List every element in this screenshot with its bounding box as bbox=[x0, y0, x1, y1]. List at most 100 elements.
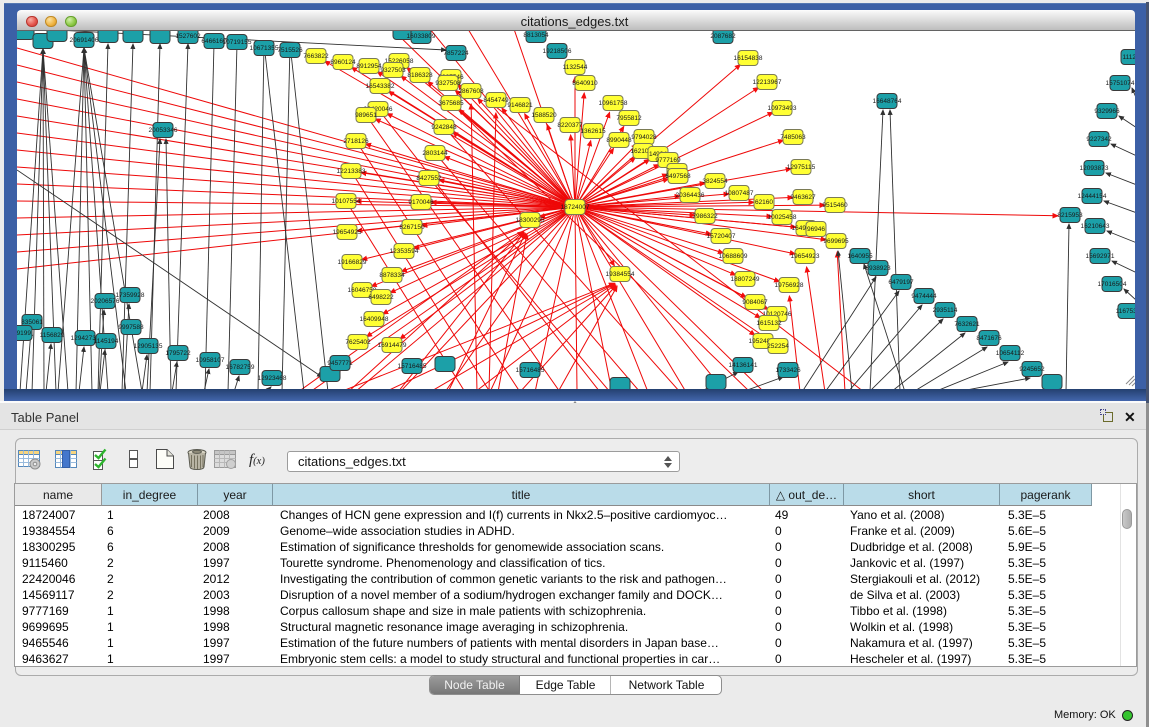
svg-text:9146821: 9146821 bbox=[507, 102, 533, 109]
svg-text:1362615: 1362615 bbox=[580, 128, 606, 135]
svg-text:2935114: 2935114 bbox=[933, 307, 958, 314]
svg-text:14136141: 14136141 bbox=[729, 362, 758, 369]
svg-text:20364436: 20364436 bbox=[676, 192, 705, 199]
svg-text:1527602: 1527602 bbox=[175, 33, 201, 40]
svg-text:8990448: 8990448 bbox=[606, 137, 632, 144]
svg-text:7485063: 7485063 bbox=[780, 134, 806, 141]
svg-text:16914479: 16914479 bbox=[378, 342, 407, 349]
svg-text:9245652: 9245652 bbox=[1019, 366, 1045, 373]
svg-text:7663822: 7663822 bbox=[303, 53, 329, 60]
svg-text:10719155: 10719155 bbox=[223, 39, 252, 46]
svg-text:9227342: 9227342 bbox=[1086, 136, 1112, 143]
svg-text:9515460: 9515460 bbox=[822, 202, 848, 209]
svg-text:15716485: 15716485 bbox=[398, 363, 427, 370]
svg-text:18300295: 18300295 bbox=[516, 217, 545, 224]
svg-text:18724007: 18724007 bbox=[561, 204, 590, 211]
svg-text:15751074: 15751074 bbox=[1106, 80, 1135, 87]
svg-text:8427552: 8427552 bbox=[416, 175, 442, 182]
svg-text:18807249: 18807249 bbox=[731, 276, 760, 283]
svg-text:16409948: 16409948 bbox=[360, 316, 389, 323]
svg-text:8960124: 8960124 bbox=[330, 59, 356, 66]
svg-text:9170046: 9170046 bbox=[408, 199, 434, 206]
svg-text:12905135: 12905135 bbox=[134, 343, 163, 350]
svg-text:10107554: 10107554 bbox=[332, 198, 361, 205]
svg-text:7955812: 7955812 bbox=[616, 115, 642, 122]
svg-text:3675685: 3675685 bbox=[438, 100, 464, 107]
svg-text:1167533: 1167533 bbox=[1116, 308, 1135, 315]
svg-text:6498222: 6498222 bbox=[368, 294, 394, 301]
svg-text:989651: 989651 bbox=[355, 112, 377, 119]
svg-text:7986322: 7986322 bbox=[692, 213, 718, 220]
svg-text:16782759: 16782759 bbox=[226, 364, 255, 371]
svg-text:62160: 62160 bbox=[755, 199, 773, 206]
svg-text:1733426: 1733426 bbox=[775, 367, 801, 374]
svg-text:7857224: 7857224 bbox=[443, 50, 469, 57]
svg-text:12353594: 12353594 bbox=[390, 248, 419, 255]
svg-text:12444154: 12444154 bbox=[1078, 193, 1107, 200]
svg-text:20053346: 20053346 bbox=[149, 127, 178, 134]
svg-text:1145194: 1145194 bbox=[94, 338, 119, 345]
svg-text:15720407: 15720407 bbox=[707, 233, 736, 240]
svg-text:9084067: 9084067 bbox=[742, 299, 768, 306]
svg-text:17016504: 17016504 bbox=[1098, 281, 1127, 288]
svg-text:19384554: 19384554 bbox=[606, 271, 635, 278]
svg-text:16154838: 16154838 bbox=[734, 55, 763, 62]
svg-text:12975115: 12975115 bbox=[787, 164, 816, 171]
svg-text:8471676: 8471676 bbox=[976, 335, 1002, 342]
svg-text:39199: 39199 bbox=[17, 330, 31, 337]
svg-text:8454749: 8454749 bbox=[483, 97, 509, 104]
svg-text:9242848: 9242848 bbox=[431, 124, 457, 131]
svg-text:6479197: 6479197 bbox=[888, 279, 914, 286]
svg-text:10973493: 10973493 bbox=[768, 105, 797, 112]
svg-text:20206576: 20206576 bbox=[91, 298, 120, 305]
svg-text:16543382: 16543382 bbox=[366, 83, 395, 90]
svg-text:9997588: 9997588 bbox=[118, 324, 144, 331]
svg-text:19756928: 19756928 bbox=[775, 282, 804, 289]
svg-text:96946: 96946 bbox=[807, 226, 825, 233]
svg-text:7632621: 7632621 bbox=[954, 321, 980, 328]
svg-text:2087682: 2087682 bbox=[710, 33, 736, 40]
svg-text:1615132: 1615132 bbox=[756, 320, 782, 327]
svg-text:8938923: 8938923 bbox=[865, 265, 891, 272]
svg-text:1640955: 1640955 bbox=[847, 253, 873, 260]
svg-text:12213383: 12213383 bbox=[337, 168, 366, 175]
svg-text:12923468: 12923468 bbox=[258, 375, 287, 382]
svg-text:7625402: 7625402 bbox=[345, 339, 371, 346]
svg-text:7515526: 7515526 bbox=[277, 47, 303, 54]
svg-text:252254: 252254 bbox=[767, 343, 789, 350]
svg-text:12093873: 12093873 bbox=[1080, 165, 1109, 172]
svg-text:1795722: 1795722 bbox=[165, 350, 191, 357]
svg-text:19654925: 19654925 bbox=[333, 229, 362, 236]
svg-text:8215953: 8215953 bbox=[1057, 212, 1083, 219]
svg-text:9474444: 9474444 bbox=[911, 293, 937, 300]
svg-text:19166829: 19166829 bbox=[338, 259, 367, 266]
svg-text:2867608: 2867608 bbox=[458, 88, 484, 95]
svg-text:1588520: 1588520 bbox=[531, 112, 557, 119]
svg-text:3824554: 3824554 bbox=[702, 178, 728, 185]
svg-text:9463627: 9463627 bbox=[790, 194, 816, 201]
svg-text:20691406: 20691406 bbox=[70, 37, 99, 44]
svg-text:16210643: 16210643 bbox=[1081, 223, 1110, 230]
svg-text:8640910: 8640910 bbox=[572, 80, 598, 87]
svg-text:10025458: 10025458 bbox=[768, 214, 797, 221]
svg-text:10961758: 10961758 bbox=[599, 100, 628, 107]
svg-text:6497568: 6497568 bbox=[665, 173, 691, 180]
svg-text:10958107: 10958107 bbox=[196, 357, 225, 364]
svg-text:12213967: 12213967 bbox=[753, 79, 782, 86]
svg-text:16033809: 16033809 bbox=[407, 33, 436, 40]
svg-text:10807487: 10807487 bbox=[725, 190, 754, 197]
svg-text:10688609: 10688609 bbox=[719, 253, 748, 260]
svg-text:19654923: 19654923 bbox=[791, 253, 820, 260]
svg-text:2718126: 2718126 bbox=[343, 138, 369, 145]
svg-text:15716485: 15716485 bbox=[516, 367, 545, 374]
svg-text:8220377: 8220377 bbox=[557, 122, 583, 129]
svg-text:8878334: 8878334 bbox=[379, 272, 405, 279]
svg-text:8186328: 8186328 bbox=[407, 72, 433, 79]
svg-text:2803144: 2803144 bbox=[422, 150, 448, 157]
svg-text:11124: 11124 bbox=[1122, 54, 1135, 61]
svg-text:9327508: 9327508 bbox=[435, 80, 461, 87]
svg-text:19218506: 19218506 bbox=[543, 48, 572, 55]
svg-text:1132544: 1132544 bbox=[563, 64, 588, 71]
svg-text:9794028: 9794028 bbox=[631, 134, 657, 141]
svg-text:9327503: 9327503 bbox=[380, 67, 406, 74]
